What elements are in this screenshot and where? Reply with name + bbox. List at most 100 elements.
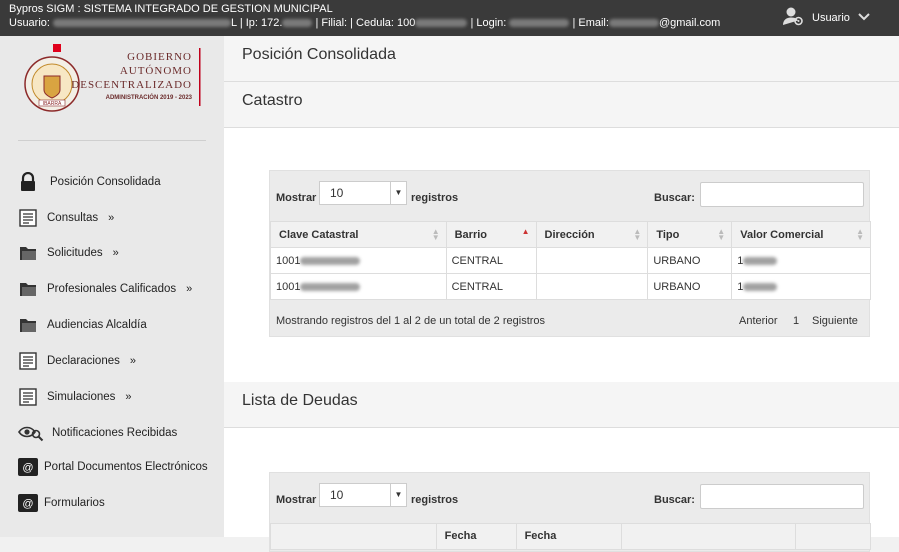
- usuario-label: Usuario:: [9, 17, 50, 29]
- top-bar: Bypros SIGM : SISTEMA INTEGRADO DE GESTI…: [0, 0, 899, 36]
- sidebar-divider: [18, 140, 206, 141]
- sidebar-item-label: Notificaciones Recibidas: [52, 427, 178, 439]
- filial-cedula-label: | Filial: | Cedula: 100: [315, 17, 416, 29]
- email-suffix: @gmail.com: [658, 17, 721, 29]
- svg-text:DESCENTRALIZADO: DESCENTRALIZADO: [71, 79, 192, 91]
- at-sign-icon: @: [18, 493, 38, 513]
- deudas-title: Lista de Deudas: [224, 382, 899, 428]
- redacted-value: [743, 256, 778, 265]
- sidebar-item-label: Consultas: [47, 212, 99, 224]
- at-sign-icon: @: [18, 457, 38, 477]
- cell-clave: 1001: [270, 273, 447, 300]
- sidebar-item-declaraciones[interactable]: Declaraciones »: [18, 346, 136, 376]
- svg-text:GOBIERNO: GOBIERNO: [127, 51, 192, 63]
- pagination-page[interactable]: 1: [793, 315, 799, 327]
- pagination-previous[interactable]: Anterior: [739, 315, 778, 327]
- session-info: Usuario: L | Ip: 172. | Filial: | Cedula…: [9, 17, 720, 29]
- user-menu[interactable]: Usuario: [782, 6, 870, 29]
- search-input[interactable]: [700, 182, 864, 207]
- redacted-username: [53, 19, 232, 28]
- svg-text:@: @: [22, 462, 33, 474]
- page-size-select[interactable]: 10 ▼: [319, 181, 407, 205]
- chevron-down-icon: ▼: [390, 182, 406, 204]
- submenu-arrow: »: [125, 391, 132, 403]
- svg-text:AUTÓNOMO: AUTÓNOMO: [120, 65, 192, 77]
- sidebar: IBARRA GOBIERNO AUTÓNOMO DESCENTRALIZADO…: [0, 36, 224, 537]
- show-label: Mostrar: [276, 192, 317, 204]
- sidebar-item-formularios[interactable]: @ Formularios: [18, 488, 105, 518]
- document-icon: [18, 351, 38, 371]
- page-size-select[interactable]: 10 ▼: [319, 483, 407, 507]
- redacted-ip: [282, 19, 313, 28]
- folder-icon: [18, 279, 38, 299]
- cell-valor: 1: [731, 247, 871, 274]
- redacted-email: [608, 19, 659, 28]
- redacted-value: [300, 282, 361, 291]
- sort-icon: ▲ ▼: [431, 227, 440, 242]
- sidebar-item-label: Portal Documentos Electrónicos: [44, 461, 208, 473]
- sidebar-item-label: Profesionales Calificados: [47, 283, 177, 295]
- login-label: | Login:: [470, 17, 507, 29]
- email-label: | Email:: [572, 17, 609, 29]
- column-header-barrio[interactable]: Barrio ▲: [445, 221, 537, 248]
- table-row[interactable]: 1001 CENTRAL URBANO 1: [270, 273, 871, 300]
- records-label: registros: [411, 192, 459, 204]
- svg-text:@: @: [22, 498, 33, 510]
- svg-text:IBARRA: IBARRA: [43, 101, 62, 107]
- folder-icon: [18, 243, 38, 263]
- cell-direccion: [535, 247, 649, 274]
- sidebar-item-audiencias-alcaldia[interactable]: Audiencias Alcaldía: [18, 310, 147, 340]
- sidebar-item-label: Formularios: [44, 497, 105, 509]
- sidebar-item-portal-documentos[interactable]: @ Portal Documentos Electrónicos: [18, 452, 208, 482]
- table-info: Mostrando registros del 1 al 2 de un tot…: [276, 315, 546, 327]
- submenu-arrow: »: [129, 355, 136, 367]
- column-header-clave[interactable]: Clave Catastral ▲ ▼: [270, 221, 447, 248]
- cell-tipo: URBANO: [647, 247, 733, 274]
- cell-barrio: CENTRAL: [445, 247, 537, 274]
- show-label: Mostrar: [276, 494, 317, 506]
- column-header-valor[interactable]: Valor Comercial ▲ ▼: [731, 221, 871, 248]
- search-label: Buscar:: [654, 192, 695, 204]
- page-title: Posición Consolidada: [224, 36, 899, 82]
- sort-icon: ▲ ▼: [633, 227, 642, 242]
- redacted-value: [743, 282, 778, 291]
- sidebar-item-label: Posición Consolidada: [50, 176, 161, 188]
- chevron-down-icon: [858, 12, 870, 24]
- sidebar-item-notificaciones-recibidas[interactable]: Notificaciones Recibidas: [18, 418, 177, 448]
- sidebar-item-simulaciones[interactable]: Simulaciones »: [18, 382, 132, 412]
- pagination-next[interactable]: Siguiente: [812, 315, 858, 327]
- column-header-tipo[interactable]: Tipo ▲ ▼: [647, 221, 733, 248]
- lock-icon: [18, 172, 38, 192]
- search-input[interactable]: [700, 484, 864, 509]
- sort-icon: ▲ ▼: [856, 227, 864, 242]
- cell-barrio: CENTRAL: [445, 273, 537, 300]
- municipality-logo: IBARRA GOBIERNO AUTÓNOMO DESCENTRALIZADO…: [22, 42, 202, 112]
- submenu-arrow: »: [112, 247, 119, 259]
- sidebar-item-solicitudes[interactable]: Solicitudes »: [18, 238, 119, 268]
- sidebar-item-profesionales-calificados[interactable]: Profesionales Calificados »: [18, 274, 192, 304]
- sidebar-item-consultas[interactable]: Consultas »: [18, 203, 114, 233]
- catastro-title: Catastro: [224, 82, 899, 128]
- chevron-down-icon: ▼: [390, 484, 406, 506]
- catastro-section: Catastro Mostrar 10 ▼ registros Buscar: …: [224, 82, 899, 382]
- redacted-value: [300, 256, 361, 265]
- column-header-direccion[interactable]: Dirección ▲ ▼: [535, 221, 649, 248]
- ip-label: | Ip: 172.: [239, 17, 283, 29]
- svg-text:ADMINISTRACIÓN 2019 - 2023: ADMINISTRACIÓN 2019 - 2023: [106, 93, 193, 101]
- deudas-table-wrapper: Mostrar 10 ▼ registros Buscar: Fecha Fec…: [269, 472, 871, 552]
- redacted-login: [509, 19, 570, 28]
- user-menu-label: Usuario: [812, 11, 850, 24]
- folder-icon: [18, 315, 38, 335]
- sidebar-item-label: Audiencias Alcaldía: [47, 319, 147, 331]
- table-row[interactable]: 1001 CENTRAL URBANO 1: [270, 247, 871, 274]
- eye-search-icon: [18, 423, 44, 443]
- sidebar-item-posicion-consolidada[interactable]: Posición Consolidada: [18, 167, 161, 197]
- user-settings-icon: [782, 6, 804, 29]
- cell-direccion: [535, 273, 649, 300]
- main-content: Posición Consolidada Catastro Mostrar 10…: [224, 36, 899, 552]
- catastro-table-wrapper: Mostrar 10 ▼ registros Buscar: Clave Cat…: [269, 170, 871, 337]
- search-label: Buscar:: [654, 494, 695, 506]
- cell-valor: 1: [731, 273, 871, 300]
- document-icon: [18, 208, 38, 228]
- redacted-cedula: [415, 19, 468, 28]
